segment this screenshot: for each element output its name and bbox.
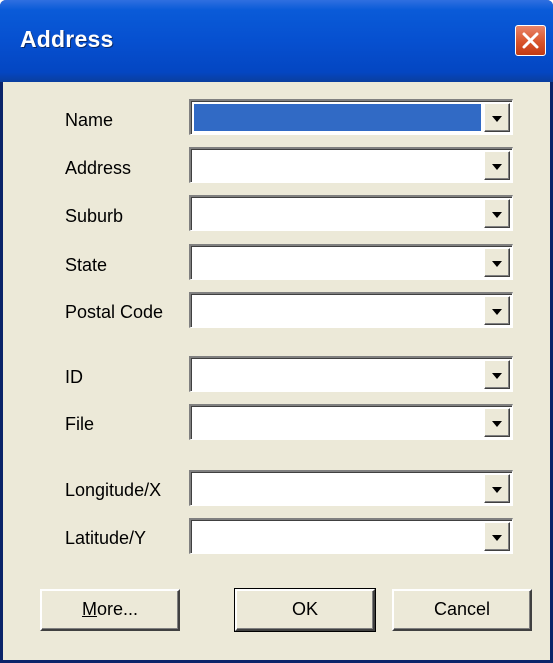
chevron-down-icon: [492, 535, 502, 541]
postal-code-dropdown-button[interactable]: [484, 296, 510, 325]
ok-button[interactable]: OK: [234, 588, 376, 632]
more-button[interactable]: More...: [40, 589, 180, 631]
chevron-down-icon: [492, 164, 502, 170]
cancel-label: Cancel: [433, 599, 491, 619]
latitude-value[interactable]: [194, 523, 481, 550]
longitude-label: Longitude/X: [65, 480, 162, 500]
id-value[interactable]: [194, 361, 481, 388]
chevron-down-icon: [492, 116, 502, 122]
file-combobox[interactable]: [189, 404, 513, 440]
postal-code-label: Postal Code: [65, 302, 164, 322]
address-label: Address: [65, 158, 132, 178]
more-label: ore...: [96, 599, 139, 619]
file-label: File: [65, 414, 95, 434]
latitude-label: Latitude/Y: [65, 528, 147, 548]
postal-code-combobox[interactable]: [189, 292, 513, 328]
state-combobox[interactable]: [189, 244, 513, 280]
address-combobox[interactable]: [189, 147, 513, 183]
latitude-dropdown-button[interactable]: [484, 522, 510, 551]
id-label: ID: [65, 367, 83, 387]
id-combobox[interactable]: [189, 356, 513, 392]
more-mnemonic: M: [81, 599, 97, 619]
cancel-button[interactable]: Cancel: [392, 589, 532, 631]
address-dialog: Address Name Address Suburb State Postal…: [0, 0, 553, 663]
state-dropdown-button[interactable]: [484, 248, 510, 277]
postal-code-value[interactable]: [194, 297, 481, 324]
close-button[interactable]: [515, 25, 546, 56]
longitude-value[interactable]: [194, 475, 481, 502]
ok-label: OK: [291, 599, 318, 619]
chevron-down-icon: [492, 309, 502, 315]
id-dropdown-button[interactable]: [484, 360, 510, 389]
state-value[interactable]: [194, 249, 481, 276]
chevron-down-icon: [492, 421, 502, 427]
name-value[interactable]: [194, 104, 481, 131]
suburb-dropdown-button[interactable]: [484, 199, 510, 228]
state-label: State: [65, 255, 108, 275]
file-dropdown-button[interactable]: [484, 408, 510, 437]
title-bar[interactable]: Address: [0, 0, 553, 82]
chevron-down-icon: [492, 373, 502, 379]
name-label: Name: [65, 110, 114, 130]
suburb-label: Suburb: [65, 206, 124, 226]
latitude-combobox[interactable]: [189, 518, 513, 554]
longitude-combobox[interactable]: [189, 470, 513, 506]
name-dropdown-button[interactable]: [484, 103, 510, 132]
dialog-title: Address: [20, 26, 114, 52]
name-combobox[interactable]: [189, 99, 513, 135]
close-icon: [522, 32, 539, 49]
longitude-dropdown-button[interactable]: [484, 474, 510, 503]
chevron-down-icon: [492, 261, 502, 267]
suburb-value[interactable]: [194, 200, 481, 227]
file-value[interactable]: [194, 409, 481, 436]
chevron-down-icon: [492, 212, 502, 218]
address-value[interactable]: [194, 152, 481, 179]
suburb-combobox[interactable]: [189, 195, 513, 231]
chevron-down-icon: [492, 487, 502, 493]
address-dropdown-button[interactable]: [484, 151, 510, 180]
